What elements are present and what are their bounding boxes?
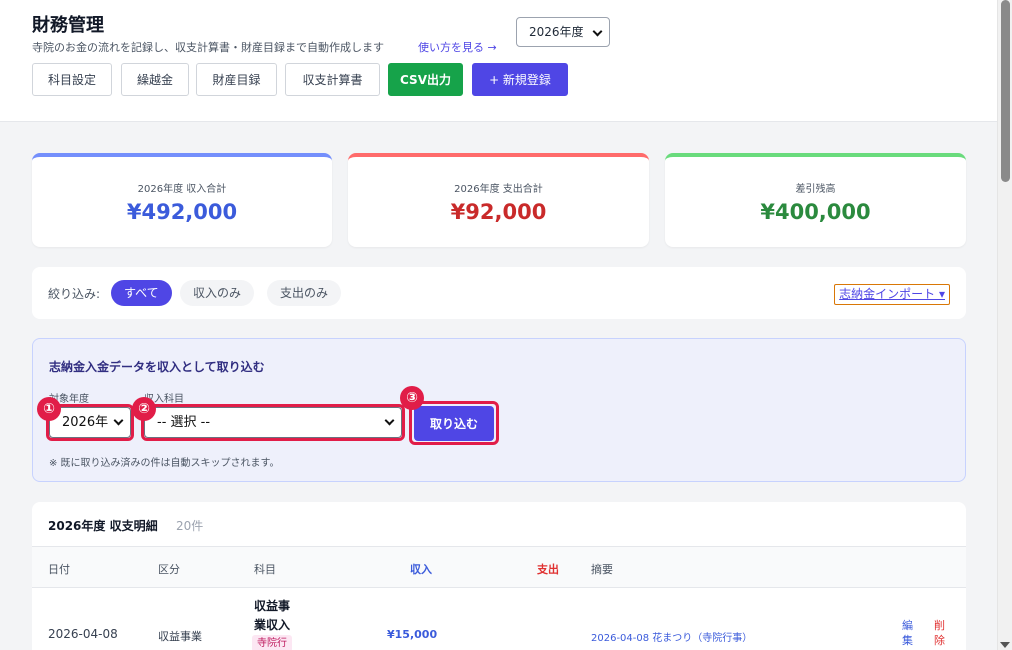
balance-value: ¥400,000 <box>760 200 871 224</box>
scrollbar-thumb[interactable] <box>1001 0 1010 182</box>
fiscal-year-value: 2026年度 <box>529 25 584 39</box>
step2-highlight <box>141 404 405 441</box>
page-title: 財務管理 <box>32 15 104 36</box>
income-total-value: ¥492,000 <box>126 200 238 224</box>
filter-bar: 絞り込み: すべて 収入のみ 支出のみ 志納金インポート ▾ <box>32 267 966 319</box>
new-entry-button[interactable]: + 新規登録 <box>472 63 568 96</box>
income-total-card: 2026年度 収入合計 ¥492,000 <box>32 153 332 247</box>
col-expense: 支出 <box>537 563 559 576</box>
row-tag: 寺院行 <box>252 635 292 650</box>
col-memo: 摘要 <box>591 563 613 576</box>
row-income: ¥15,000 <box>387 628 438 641</box>
step3-highlight <box>409 401 499 445</box>
chevron-down-icon <box>592 26 603 37</box>
expense-total-card: 2026年度 支出合計 ¥92,000 <box>348 153 649 247</box>
asset-list-button[interactable]: 財産目録 <box>196 63 277 96</box>
row-memo-link[interactable]: 2026-04-08 花まつり（寺院行事） <box>591 629 752 644</box>
filter-expense-pill[interactable]: 支出のみ <box>267 280 342 306</box>
row-edit-button[interactable]: 編集 <box>902 618 914 648</box>
col-income: 収入 <box>410 563 432 576</box>
page-header: 財務管理 寺院のお金の流れを記録し、収支計算書・財産目録まで自動作成します 使い… <box>0 0 997 122</box>
finance-page: 財務管理 寺院のお金の流れを記録し、収支計算書・財産目録まで自動作成します 使い… <box>0 0 997 650</box>
howto-link[interactable]: 使い方を見る → <box>418 39 497 55</box>
carryover-button[interactable]: 繰越金 <box>121 63 189 96</box>
donation-import-button[interactable]: 志納金インポート ▾ <box>834 284 950 305</box>
col-date: 日付 <box>48 563 70 576</box>
expense-total-value: ¥92,000 <box>450 200 547 224</box>
page-scrollbar[interactable] <box>997 0 1012 650</box>
page-subtitle: 寺院のお金の流れを記録し、収支計算書・財産目録まで自動作成します <box>32 41 384 54</box>
step2-badge: ② <box>132 397 156 421</box>
subject-settings-button[interactable]: 科目設定 <box>32 63 112 96</box>
import-note: ※ 既に取り込み済みの件は自動スキップされます。 <box>49 458 280 469</box>
expense-total-label: 2026年度 支出合計 <box>454 184 543 195</box>
filter-income-pill[interactable]: 収入のみ <box>180 280 255 306</box>
income-total-label: 2026年度 収入合計 <box>137 184 227 195</box>
filter-label: 絞り込み: <box>48 287 101 301</box>
step3-badge: ③ <box>400 386 424 410</box>
statement-button[interactable]: 収支計算書 <box>285 63 380 96</box>
balance-card: 差引残高 ¥400,000 <box>665 153 966 247</box>
col-subject: 科目 <box>254 563 276 576</box>
filter-all-pill[interactable]: すべて <box>111 280 172 306</box>
scroll-down-arrow-icon[interactable] <box>1000 642 1010 648</box>
donation-import-panel: 志納金入金データを収入として取り込む 対象年度 収入科目 2026年 -- 選択… <box>32 338 966 482</box>
ledger-count: 20件 <box>176 519 204 533</box>
fiscal-year-select[interactable]: 2026年度 <box>516 17 610 47</box>
ledger-title: 2026年度 収支明細 <box>48 519 158 533</box>
row-delete-button[interactable]: 削除 <box>934 618 946 648</box>
row-subject-line2: 業収入 <box>254 618 291 632</box>
balance-label: 差引残高 <box>795 184 836 195</box>
row-category: 収益事業 <box>158 630 202 643</box>
row-subject-line1: 収益事 <box>254 599 291 613</box>
csv-export-button[interactable]: CSV出力 <box>388 63 463 96</box>
col-category: 区分 <box>158 563 180 576</box>
ledger-table: 2026年度 収支明細 20件 日付 区分 科目 収入 支出 摘要 2026-0… <box>32 502 966 650</box>
row-date: 2026-04-08 <box>48 627 118 641</box>
step1-badge: ① <box>37 397 61 421</box>
import-panel-title: 志納金入金データを収入として取り込む <box>49 360 265 374</box>
table-header: 日付 区分 科目 収入 支出 摘要 <box>32 546 966 588</box>
